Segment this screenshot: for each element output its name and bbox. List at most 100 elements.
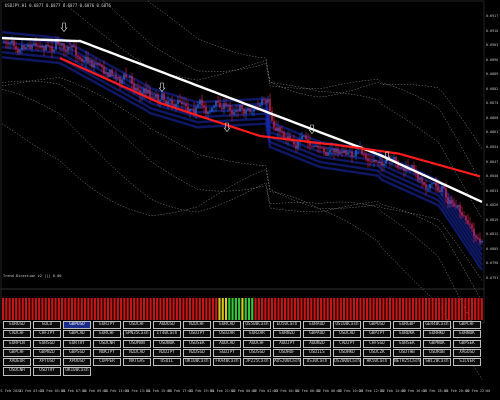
symbol-button-ger40cash[interactable]: GER40Cash bbox=[423, 321, 451, 330]
symbol-button-chfjpy[interactable]: CHFJPY bbox=[33, 330, 61, 339]
candle-body bbox=[199, 99, 201, 105]
candle-body bbox=[273, 120, 275, 128]
indicator-bar bbox=[47, 298, 51, 320]
symbol-button-fra40cash[interactable]: FRA40Cash bbox=[213, 358, 241, 367]
symbol-button-xagusd[interactable]: XAGUSD bbox=[453, 348, 481, 358]
symbol-button-gbpsgd[interactable]: GBPSGD bbox=[63, 348, 91, 358]
symbol-button-nzdcad[interactable]: NZDCAD bbox=[123, 348, 151, 358]
candle-body bbox=[277, 127, 279, 131]
symbol-button-nzdjpy[interactable]: NZDJPY bbox=[153, 348, 181, 358]
symbol-button-audnzd[interactable]: AUDNZD bbox=[303, 339, 331, 348]
symbol-button-usdcad[interactable]: USDCAD bbox=[333, 330, 361, 339]
indicator-bar bbox=[326, 298, 329, 320]
symbol-button-gold[interactable]: GOLD bbox=[33, 321, 61, 330]
symbol-button-jp225cash[interactable]: JP225Cash bbox=[243, 358, 271, 367]
symbol-button-usdils[interactable]: USDILS bbox=[303, 348, 331, 358]
symbol-button-us30cash[interactable]: US30Cash bbox=[303, 358, 331, 367]
symbol-button-silver[interactable]: SILVER bbox=[453, 358, 481, 367]
symbol-button-usdtry[interactable]: USDTRY bbox=[33, 367, 61, 376]
symbol-button-eurpln[interactable]: EURPLN bbox=[3, 339, 31, 348]
symbol-button-gbpjpy[interactable]: GBPJPY bbox=[363, 330, 391, 339]
symbol-button-eurnok[interactable]: EURNOK bbox=[453, 330, 481, 339]
symbol-button-nzdchf[interactable]: NZDCHF bbox=[183, 321, 211, 330]
candle-body bbox=[37, 45, 39, 47]
symbol-button-gbpcad[interactable]: GBPCAD bbox=[63, 330, 91, 339]
symbol-button-usdczk[interactable]: USDCZK bbox=[363, 348, 391, 358]
indicator-bar bbox=[349, 298, 352, 320]
symbol-button-nzdsgd[interactable]: NZDSGD bbox=[183, 348, 211, 358]
symbol-button-gbpusd[interactable]: GBPUSD bbox=[63, 321, 91, 330]
symbol-button-uk100cash[interactable]: UK100Cash bbox=[183, 358, 211, 367]
symbol-button-neth25cash[interactable]: NETH25Cash bbox=[393, 358, 421, 367]
indicator-bar bbox=[172, 298, 175, 320]
indicator-bar bbox=[379, 298, 382, 320]
symbol-button-usdthb[interactable]: USDTHB bbox=[393, 348, 421, 358]
symbol-button-hk50cash[interactable]: HK50Cash bbox=[363, 358, 391, 367]
symbol-button-gbpusd[interactable]: GBPUSD bbox=[363, 321, 391, 330]
candle-body bbox=[127, 77, 129, 79]
indicator-bar bbox=[152, 298, 155, 320]
price-axis-label: 0.6840 bbox=[486, 174, 499, 179]
symbol-button-usdjpy[interactable]: USDJPY bbox=[183, 330, 211, 339]
symbol-button-nokjpy[interactable]: NOKJPY bbox=[93, 348, 121, 358]
symbol-button-euraud[interactable]: EURAUD bbox=[303, 321, 331, 330]
symbol-button-eurchf[interactable]: EURCHF bbox=[93, 330, 121, 339]
symbol-button-cadchf[interactable]: CADCHF bbox=[3, 330, 31, 339]
symbol-button-gbpchf[interactable]: GBPCHF bbox=[453, 321, 481, 330]
candle-body bbox=[339, 151, 341, 154]
symbol-button-audjpy[interactable]: AUDJPY bbox=[273, 339, 301, 348]
symbol-button-audusd[interactable]: AUDUSD bbox=[153, 321, 181, 330]
symbol-button-eurtry[interactable]: EURTRY bbox=[63, 339, 91, 348]
symbol-button-gbpnok[interactable]: GBPNOK bbox=[423, 339, 451, 348]
symbol-button-xptusd[interactable]: XPTUSD bbox=[33, 358, 61, 367]
symbol-button-eurhkd[interactable]: EURHKD bbox=[423, 330, 451, 339]
symbol-button-usdhuf[interactable]: USDHUF bbox=[273, 348, 301, 358]
symbol-button-sgdjpy[interactable]: SGDJPY bbox=[213, 348, 241, 358]
symbol-button-copper[interactable]: COPPER bbox=[93, 358, 121, 367]
symbol-button-usdcnh[interactable]: USDCNH bbox=[93, 339, 121, 348]
symbol-button-eurusd[interactable]: EURUSD bbox=[3, 321, 31, 330]
symbol-button-audchf[interactable]: AUDCHF bbox=[243, 339, 271, 348]
symbol-button-xpdusd[interactable]: XPDUSD bbox=[63, 358, 91, 367]
symbol-button-xaueur[interactable]: XAUEUR bbox=[3, 358, 31, 367]
symbol-button-usdzar[interactable]: USDZAR bbox=[213, 330, 241, 339]
symbol-button-swi20cash[interactable]: SWI20Cash bbox=[423, 358, 451, 367]
symbol-button-eursek[interactable]: EURSEK bbox=[393, 339, 421, 348]
symbol-button-uk100cash[interactable]: UK100Cash bbox=[63, 367, 91, 376]
symbol-button-usdsgd[interactable]: USDSGD bbox=[243, 348, 271, 358]
symbol-button-eurnzd[interactable]: EURNZD bbox=[273, 330, 301, 339]
symbol-button-usdhkd[interactable]: USDHKD bbox=[333, 348, 361, 358]
symbol-button-spn35cash[interactable]: SPN35Cash bbox=[123, 330, 151, 339]
symbol-button-natgas[interactable]: NATGAS bbox=[123, 358, 151, 367]
indicator-bar bbox=[198, 298, 201, 320]
candle-body bbox=[71, 45, 73, 48]
symbol-button-aus200cash[interactable]: AUS200Cash bbox=[273, 358, 301, 367]
symbol-button-usdchf[interactable]: USDCHF bbox=[123, 321, 151, 330]
symbol-button-usdsek[interactable]: USDSEK bbox=[183, 339, 211, 348]
symbol-button-us500cash[interactable]: US500Cash bbox=[243, 321, 271, 330]
symbol-button-eurjpy[interactable]: EURJPY bbox=[93, 321, 121, 330]
symbol-button-eurdkk[interactable]: EURDKK bbox=[393, 330, 421, 339]
symbol-button-usdmxn[interactable]: USDMXN bbox=[123, 339, 151, 348]
symbol-button-cadjpy[interactable]: CADJPY bbox=[333, 339, 361, 348]
symbol-button-eu50cash[interactable]: EU50Cash bbox=[273, 321, 301, 330]
symbol-button-usoil[interactable]: USOIL bbox=[153, 358, 181, 367]
symbol-button-eurzar[interactable]: EURZAR bbox=[243, 330, 271, 339]
symbol-button-gbpnzd[interactable]: GBPNZD bbox=[33, 348, 61, 358]
symbol-button-usdnok[interactable]: USDNOK bbox=[153, 339, 181, 348]
symbol-button-eurgbp[interactable]: EURGBP bbox=[393, 321, 421, 330]
candle-body bbox=[259, 104, 261, 107]
symbol-button-eursgd[interactable]: EURSGD bbox=[33, 339, 61, 348]
symbol-button-audcad[interactable]: AUDCAD bbox=[213, 339, 241, 348]
symbol-button-it40cash[interactable]: IT40Cash bbox=[153, 330, 181, 339]
indicator-bar bbox=[64, 298, 67, 320]
symbol-button-us100cash[interactable]: US100Cash bbox=[333, 321, 361, 330]
symbol-button-us2000cash[interactable]: US2000Cash bbox=[333, 358, 361, 367]
symbol-button-gbpsek[interactable]: GBPSEK bbox=[453, 339, 481, 348]
symbol-button-eurcad[interactable]: EURCAD bbox=[213, 321, 241, 330]
symbol-button-usdrub[interactable]: USDRUB bbox=[423, 348, 451, 358]
symbol-button-gbpaud[interactable]: GBPAUD bbox=[303, 330, 331, 339]
symbol-button-usdcnh[interactable]: USDCNH bbox=[3, 367, 31, 376]
symbol-button-chfsgd[interactable]: CHFSGD bbox=[363, 339, 391, 348]
symbol-button-gbpchf[interactable]: GBPCHF bbox=[3, 348, 31, 358]
